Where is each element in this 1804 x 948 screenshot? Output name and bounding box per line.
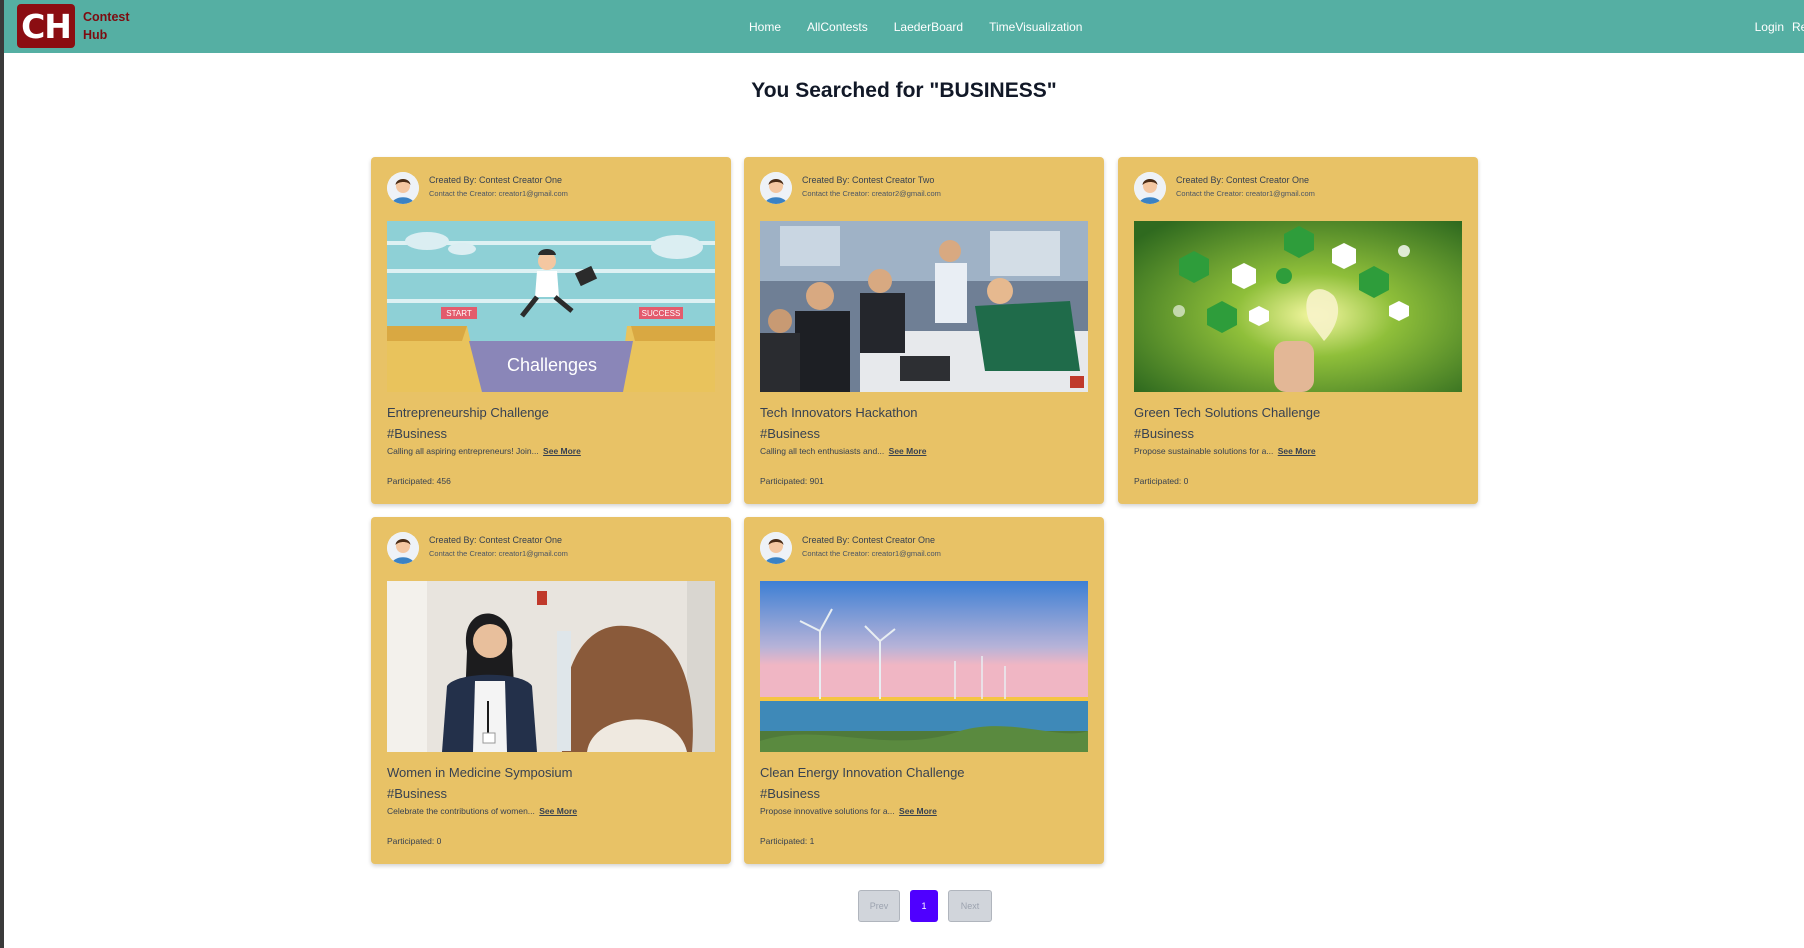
nav-auth: Login Re xyxy=(1747,0,1804,53)
see-more-link[interactable]: See More xyxy=(539,806,577,816)
contest-tag: #Business xyxy=(760,786,820,801)
nav-links: Home AllContests LaederBoard TimeVisuali… xyxy=(749,0,1108,53)
contest-tag: #Business xyxy=(387,426,447,441)
nav-time-visualization-link[interactable]: TimeVisualization xyxy=(989,20,1082,34)
creator-contact: Contact the Creator: creator2@gmail.com xyxy=(802,189,941,198)
page-title: You Searched for "BUSINESS" xyxy=(751,79,1057,102)
next-page-button[interactable]: Next xyxy=(948,890,992,922)
creator-name: Created By: Contest Creator Two xyxy=(802,175,935,185)
contest-description: Calling all tech enthusiasts and... See … xyxy=(760,446,926,456)
contest-description: Celebrate the contributions of women... … xyxy=(387,806,577,816)
contest-image xyxy=(760,221,1088,392)
contest-title[interactable]: Tech Innovators Hackathon xyxy=(760,405,918,420)
description-text: Calling all tech enthusiasts and... xyxy=(760,446,885,456)
contest-card: Created By: Contest Creator One Contact … xyxy=(1118,157,1478,504)
brand-line-2: Hub xyxy=(83,28,108,42)
contest-image: Challenges START SUCCESS xyxy=(387,221,715,392)
navbar: CH Contest Hub Home AllContests LaederBo… xyxy=(4,0,1804,53)
nav-home-link[interactable]: Home xyxy=(749,20,781,34)
creator-name: Created By: Contest Creator One xyxy=(1176,175,1310,185)
participated-count: Participated: 901 xyxy=(760,476,824,486)
creator-contact: Contact the Creator: creator1@gmail.com xyxy=(429,189,568,198)
pagination: Prev 1 Next xyxy=(4,890,1804,922)
participated-count: Participated: 0 xyxy=(1134,476,1189,486)
contest-image xyxy=(1134,221,1462,392)
contest-title[interactable]: Clean Energy Innovation Challenge xyxy=(760,765,965,780)
creator-name: Created By: Contest Creator One xyxy=(429,535,563,545)
participated-count: Participated: 0 xyxy=(387,836,442,846)
see-more-link[interactable]: See More xyxy=(889,446,927,456)
contest-tag: #Business xyxy=(387,786,447,801)
logo[interactable]: CH xyxy=(17,4,75,48)
creator-avatar xyxy=(760,532,792,564)
contest-card: Created By: Contest Creator One Contact … xyxy=(744,517,1104,864)
creator-name: Created By: Contest Creator One xyxy=(429,175,563,185)
contest-card: Created By: Contest Creator One Contact … xyxy=(371,517,731,864)
description-text: Propose innovative solutions for a... xyxy=(760,806,895,816)
contest-description: Propose innovative solutions for a... Se… xyxy=(760,806,937,816)
brand[interactable]: CH Contest Hub xyxy=(17,4,143,48)
contest-card: Created By: Contest Creator Two Contact … xyxy=(744,157,1104,504)
image-success-sign: SUCCESS xyxy=(642,309,681,318)
brand-line-1: Contest xyxy=(83,10,130,24)
contest-title[interactable]: Green Tech Solutions Challenge xyxy=(1134,405,1320,420)
description-text: Celebrate the contributions of women... xyxy=(387,806,535,816)
see-more-link[interactable]: See More xyxy=(543,446,581,456)
description-text: Propose sustainable solutions for a... xyxy=(1134,446,1274,456)
contest-title[interactable]: Entrepreneurship Challenge xyxy=(387,405,549,420)
participated-count: Participated: 1 xyxy=(760,836,815,846)
page: CH Contest Hub Home AllContests LaederBo… xyxy=(0,0,1804,948)
contest-description: Propose sustainable solutions for a... S… xyxy=(1134,446,1316,456)
contest-image xyxy=(760,581,1088,752)
see-more-link[interactable]: See More xyxy=(899,806,937,816)
nav-all-contests-link[interactable]: AllContests xyxy=(807,20,868,34)
image-start-sign: START xyxy=(446,309,472,318)
nav-leaderboard-link[interactable]: LaederBoard xyxy=(894,20,963,34)
contest-card: Created By: Contest Creator One Contact … xyxy=(371,157,731,504)
creator-avatar xyxy=(760,172,792,204)
creator-name: Created By: Contest Creator One xyxy=(802,535,936,545)
creator-contact: Contact the Creator: creator1@gmail.com xyxy=(802,549,941,558)
description-text: Calling all aspiring entrepreneurs! Join… xyxy=(387,446,539,456)
contest-tag: #Business xyxy=(760,426,820,441)
see-more-link[interactable]: See More xyxy=(1278,446,1316,456)
register-link[interactable]: Re xyxy=(1792,20,1804,34)
brand-name[interactable]: Contest Hub xyxy=(83,8,143,44)
creator-contact: Contact the Creator: creator1@gmail.com xyxy=(1176,189,1315,198)
creator-contact: Contact the Creator: creator1@gmail.com xyxy=(429,549,568,558)
creator-avatar xyxy=(387,532,419,564)
contest-image xyxy=(387,581,715,752)
participated-count: Participated: 456 xyxy=(387,476,451,486)
contest-title[interactable]: Women in Medicine Symposium xyxy=(387,765,572,780)
page-1-button[interactable]: 1 xyxy=(910,890,938,922)
contest-tag: #Business xyxy=(1134,426,1194,441)
login-link[interactable]: Login xyxy=(1755,20,1784,34)
creator-avatar xyxy=(1134,172,1166,204)
creator-avatar xyxy=(387,172,419,204)
contest-description: Calling all aspiring entrepreneurs! Join… xyxy=(387,446,581,456)
prev-page-button[interactable]: Prev xyxy=(858,890,900,922)
image-challenges-text: Challenges xyxy=(507,355,597,375)
